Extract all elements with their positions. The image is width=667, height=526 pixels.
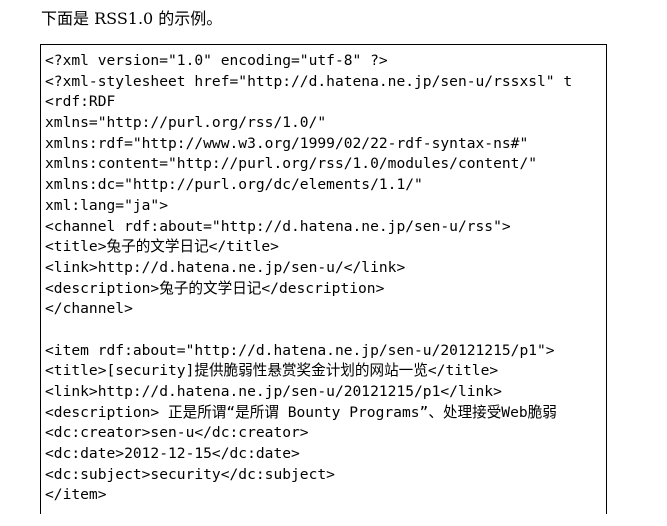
- code-line: <?xml-stylesheet href="http://d.hatena.n…: [45, 72, 573, 90]
- intro-text: 下面是 RSS1.0 的示例。: [41, 9, 223, 28]
- code-line: <item rdf:about="http://d.hatena.ne.jp/s…: [45, 341, 555, 359]
- code-line: <rdf:RDF: [45, 93, 116, 111]
- code-line: </channel>: [45, 300, 133, 318]
- code-lines: <?xml version="1.0" encoding="utf-8" ?> <…: [45, 51, 572, 506]
- code-line: <link>http://d.hatena.ne.jp/sen-u/201212…: [45, 383, 502, 400]
- code-line: xmlns:dc="http://purl.org/dc/elements/1.…: [45, 176, 423, 194]
- code-line: <title>[security]提供脆弱性悬赏奖金计划的网站一览</title…: [45, 362, 499, 380]
- code-line: xmlns="http://purl.org/rss/1.0/": [45, 114, 327, 132]
- code-line: xmlns:rdf="http://www.w3.org/1999/02/22-…: [45, 134, 529, 152]
- code-line: <?xml version="1.0" encoding="utf-8" ?>: [45, 52, 388, 69]
- code-line: <title>兔子的文学日记</title>: [45, 238, 279, 256]
- code-line: </item>: [45, 486, 107, 504]
- code-block: <?xml version="1.0" encoding="utf-8" ?> <…: [40, 44, 607, 514]
- code-line: <link>http://d.hatena.ne.jp/sen-u/</link…: [45, 258, 406, 276]
- code-line: <dc:creator>sen-u</dc:creator>: [45, 424, 309, 442]
- code-line: xml:lang="ja">: [45, 196, 169, 214]
- code-line: <channel rdf:about="http://d.hatena.ne.j…: [45, 217, 511, 235]
- code-line: <dc:subject>security</dc:subject>: [45, 465, 335, 483]
- code-line: <dc:date>2012-12-15</dc:date>: [45, 445, 300, 463]
- code-line: xmlns:content="http://purl.org/rss/1.0/m…: [45, 155, 538, 173]
- code-line: <description>兔子的文学日记</description>: [45, 279, 385, 297]
- code-line: <description> 正是所谓“是所谓 Bounty Programs”、…: [45, 403, 557, 421]
